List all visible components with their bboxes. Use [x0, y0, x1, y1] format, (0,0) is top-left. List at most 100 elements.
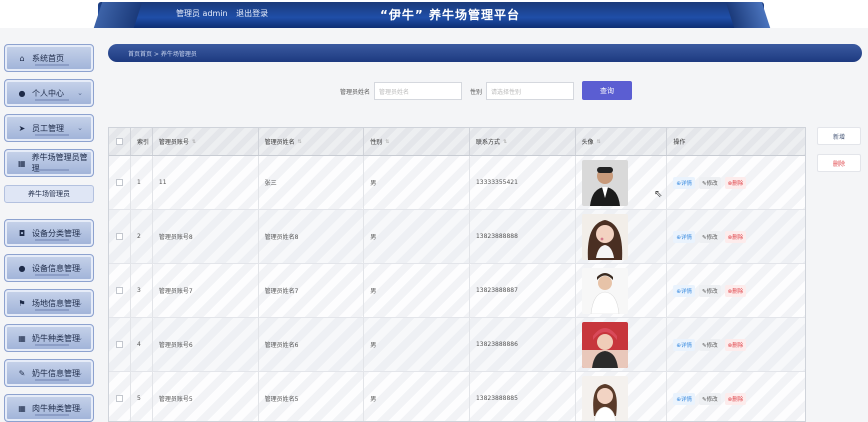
breadcrumb[interactable]: 首页首页 > 养牛场管理员 [128, 49, 197, 58]
edit-button[interactable]: ✎修改 [699, 230, 721, 243]
search-row: 管理员姓名 管理员姓名 性别 请选择性别 [340, 82, 582, 100]
edit-label: 修改 [706, 180, 718, 187]
row-operations: ⊕详情 ✎修改 ⊗删除 [667, 156, 805, 209]
sidebar-item-label: 设备信息管理 [32, 263, 80, 273]
chevron-down-icon: ⌄ [77, 404, 83, 412]
sex-select[interactable]: 请选择性别 [486, 82, 575, 100]
sidebar-item-site-info[interactable]: ⚑ 场地信息管理 ⌄ [4, 289, 94, 317]
detail-button[interactable]: ⊕详情 [673, 284, 695, 297]
row-select-cell[interactable] [109, 210, 131, 263]
query-button[interactable]: 查询 [582, 81, 632, 100]
edit-button[interactable]: ✎修改 [699, 176, 721, 189]
header-avatar[interactable]: 头像 ⇅ [576, 128, 668, 155]
sidebar-item-profile[interactable]: ● 个人中心 ⌄ [4, 79, 94, 107]
detail-label: 详情 [680, 288, 692, 295]
sidebar-item-label: 设备分类管理 [32, 228, 80, 238]
row-checkbox[interactable] [115, 341, 123, 348]
delete-row-button[interactable]: ⊗删除 [724, 338, 747, 351]
select-all-cell[interactable] [109, 128, 131, 155]
row-checkbox[interactable] [115, 287, 123, 294]
chevron-down-icon: ⌄ [77, 124, 83, 132]
sidebar-item-staff[interactable]: ➤ 员工管理 ⌄ [4, 114, 94, 142]
avatar[interactable] [581, 159, 628, 206]
menu-underline [35, 414, 69, 416]
avatar[interactable] [581, 321, 628, 368]
header-name[interactable]: 管理员姓名 ⇅ [259, 128, 365, 155]
avatar[interactable] [581, 267, 628, 314]
sidebar-item-label: 场地信息管理 [32, 298, 80, 308]
row-avatar-cell [576, 156, 668, 209]
chevron-down-icon: ⌄ [77, 334, 83, 342]
avatar[interactable] [581, 213, 628, 260]
row-phone: 13823888888 [470, 210, 576, 263]
delete-row-button[interactable]: ⊗删除 [724, 176, 747, 189]
submenu-farm-admin[interactable]: 养牛场管理员 [4, 185, 94, 203]
sidebar-item-farm-admin[interactable]: ▦ 养牛场管理员管理 [4, 149, 94, 177]
select-all-checkbox[interactable] [115, 138, 123, 145]
row-sex: 男 [364, 210, 470, 263]
row-name: 管理员姓名7 [259, 264, 365, 317]
header-sex-label: 性别 [370, 139, 383, 146]
detail-button[interactable]: ⊕详情 [673, 230, 695, 243]
table-row: 1 11 张三 男 13333355421 ⊕详情 ✎修改 ⊗删除 [109, 156, 805, 210]
row-index: 2 [131, 210, 153, 263]
detail-button[interactable]: ⊕详情 [673, 392, 695, 405]
avatar[interactable] [581, 375, 628, 422]
header-phone-label: 联系方式 [475, 139, 500, 146]
sort-icon[interactable]: ⇅ [503, 139, 507, 145]
delete-row-button[interactable]: ⊗删除 [724, 230, 747, 243]
sort-icon[interactable]: ⇅ [385, 139, 389, 145]
row-checkbox[interactable] [115, 395, 123, 402]
sort-icon[interactable]: ⇅ [192, 139, 196, 145]
header-name-label: 管理员姓名 [264, 139, 295, 146]
sort-icon[interactable]: ⇅ [298, 139, 302, 145]
detail-label: 详情 [680, 234, 692, 241]
row-phone: 13823888887 [470, 264, 576, 317]
grid-icon: ▦ [18, 333, 26, 343]
delete-row-button[interactable]: ⊗删除 [724, 284, 747, 297]
sidebar-item-home[interactable]: ⌂ 系统首页 [4, 44, 94, 72]
row-name: 管理员姓名6 [259, 318, 365, 371]
header-account[interactable]: 管理员账号 ⇅ [153, 128, 259, 155]
sidebar-item-dairy-category[interactable]: ▦ 奶牛种类管理 ⌄ [4, 324, 94, 352]
sort-icon[interactable]: ⇅ [597, 139, 601, 145]
table-row: 2 管理员账号8 管理员姓名8 男 13823888888 ⊕详情 ✎修改 ⊗删… [109, 210, 805, 264]
row-select-cell[interactable] [109, 264, 131, 317]
chevron-down-icon: ⌄ [77, 264, 83, 272]
row-checkbox[interactable] [115, 179, 123, 186]
top-header: 管理员 admin 退出登录 “伊牛” 养牛场管理平台 [0, 0, 868, 28]
delete-button[interactable]: 删除 [817, 154, 861, 172]
header-phone[interactable]: 联系方式 ⇅ [470, 128, 576, 155]
menu-underline [35, 309, 69, 311]
chevron-down-icon: ⌄ [77, 299, 83, 307]
header-index: 索引 [131, 128, 153, 155]
edit-button[interactable]: ✎修改 [699, 338, 721, 351]
sidebar-item-device-category[interactable]: ◘ 设备分类管理 ⌄ [4, 219, 94, 247]
name-search-input[interactable]: 管理员姓名 [374, 82, 463, 100]
row-select-cell[interactable] [109, 156, 131, 209]
detail-button[interactable]: ⊕详情 [673, 176, 695, 189]
sidebar-item-beef-category[interactable]: ▦ 肉牛种类管理 ⌄ [4, 394, 94, 422]
delete-label: 删除 [732, 180, 744, 187]
row-select-cell[interactable] [109, 372, 131, 421]
header-sex[interactable]: 性别 ⇅ [364, 128, 470, 155]
row-select-cell[interactable] [109, 318, 131, 371]
mouse-cursor-icon: ⇖ [654, 189, 663, 200]
row-name: 管理员姓名5 [259, 372, 365, 421]
detail-button[interactable]: ⊕详情 [673, 338, 695, 351]
menu-underline [35, 99, 69, 101]
edit-label: 修改 [706, 396, 718, 403]
row-account: 11 [153, 156, 259, 209]
add-button[interactable]: 新增 [817, 127, 861, 145]
sidebar-item-device-info[interactable]: ● 设备信息管理 ⌄ [4, 254, 94, 282]
user-icon: ● [18, 263, 26, 273]
row-checkbox[interactable] [115, 233, 123, 240]
delete-row-button[interactable]: ⊗删除 [724, 392, 747, 405]
menu-underline [35, 64, 69, 66]
edit-button[interactable]: ✎修改 [699, 284, 721, 297]
sidebar-item-dairy-info[interactable]: ✎ 奶牛信息管理 ⌄ [4, 359, 94, 387]
header-operations: 操作 [667, 128, 805, 155]
edit-label: 修改 [706, 288, 718, 295]
edit-button[interactable]: ✎修改 [699, 392, 721, 405]
logout-link[interactable]: 退出登录 [236, 9, 268, 18]
